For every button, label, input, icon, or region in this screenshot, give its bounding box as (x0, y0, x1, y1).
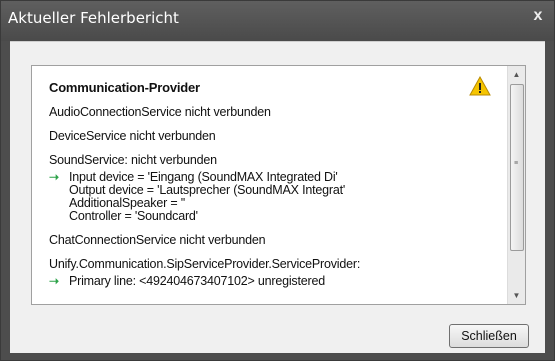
report-line-detail: ➝ Primary line: <492404673407102> unregis… (49, 273, 489, 290)
dialog-body: Communication-Provider AudioConnectionSe… (10, 41, 545, 353)
window-title: Aktueller Fehlerbericht (8, 9, 179, 27)
scroll-up-icon[interactable]: ▲ (508, 66, 525, 83)
close-icon[interactable]: x (530, 8, 546, 24)
report-line: Unify.Communication.SipServiceProvider.S… (49, 257, 361, 271)
error-report-window: Aktueller Fehlerbericht x Communication-… (0, 0, 555, 361)
green-arrow-icon: ➝ (49, 274, 59, 288)
report-line: DeviceService nicht verbunden (49, 129, 216, 143)
report-line: SoundService: nicht verbunden (49, 153, 217, 167)
report-line: AudioConnectionService nicht verbunden (49, 105, 271, 119)
title-bar[interactable]: Aktueller Fehlerbericht x (1, 1, 554, 41)
report-panel: Communication-Provider AudioConnectionSe… (31, 65, 526, 305)
report-content: Communication-Provider AudioConnectionSe… (49, 76, 489, 290)
report-line-detail: Controller = 'Soundcard' (69, 209, 198, 223)
grip-icon: ≡ (514, 160, 519, 167)
scrollbar-thumb[interactable]: ≡ (510, 84, 524, 251)
vertical-scrollbar[interactable]: ▲ ≡ ▼ (507, 66, 525, 304)
report-line: ChatConnectionService nicht verbunden (49, 233, 266, 247)
close-button[interactable]: Schließen (449, 324, 529, 348)
report-heading: Communication-Provider (49, 80, 200, 95)
green-arrow-icon: ➝ (49, 170, 59, 184)
warning-icon (469, 76, 491, 96)
primary-line-text: Primary line: <492404673407102> unregist… (69, 274, 325, 288)
scroll-down-icon[interactable]: ▼ (508, 287, 525, 304)
